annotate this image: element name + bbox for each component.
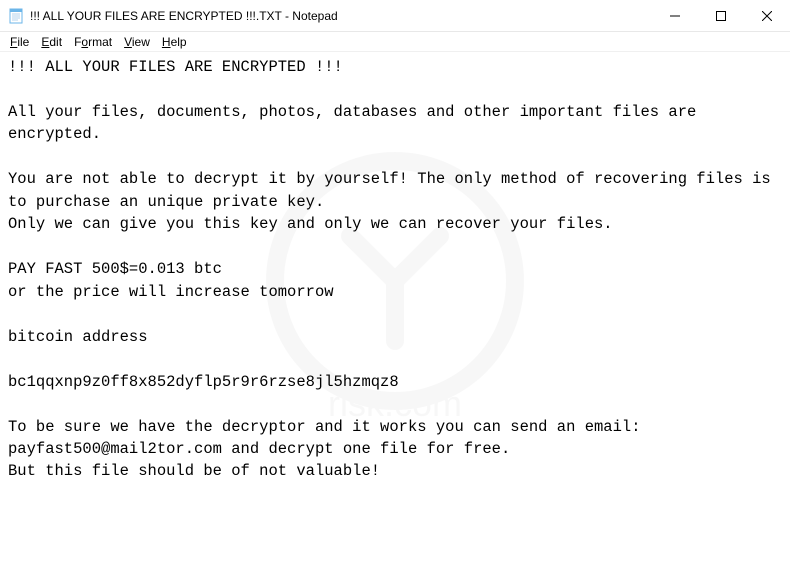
menu-file[interactable]: File [4,33,35,51]
close-icon [762,11,772,21]
window-title: !!! ALL YOUR FILES ARE ENCRYPTED !!!.TXT… [30,9,652,23]
titlebar[interactable]: !!! ALL YOUR FILES ARE ENCRYPTED !!!.TXT… [0,0,790,32]
menu-edit[interactable]: Edit [35,33,68,51]
menu-view[interactable]: View [118,33,156,51]
text-content[interactable]: !!! ALL YOUR FILES ARE ENCRYPTED !!! All… [0,52,790,561]
maximize-icon [716,11,726,21]
menu-format[interactable]: Format [68,33,118,51]
menu-help[interactable]: Help [156,33,193,51]
window-controls [652,0,790,31]
notepad-icon [8,8,24,24]
minimize-icon [670,11,680,21]
maximize-button[interactable] [698,0,744,31]
body-text: !!! ALL YOUR FILES ARE ENCRYPTED !!! All… [8,58,780,480]
menubar: File Edit Format View Help [0,32,790,52]
minimize-button[interactable] [652,0,698,31]
close-button[interactable] [744,0,790,31]
